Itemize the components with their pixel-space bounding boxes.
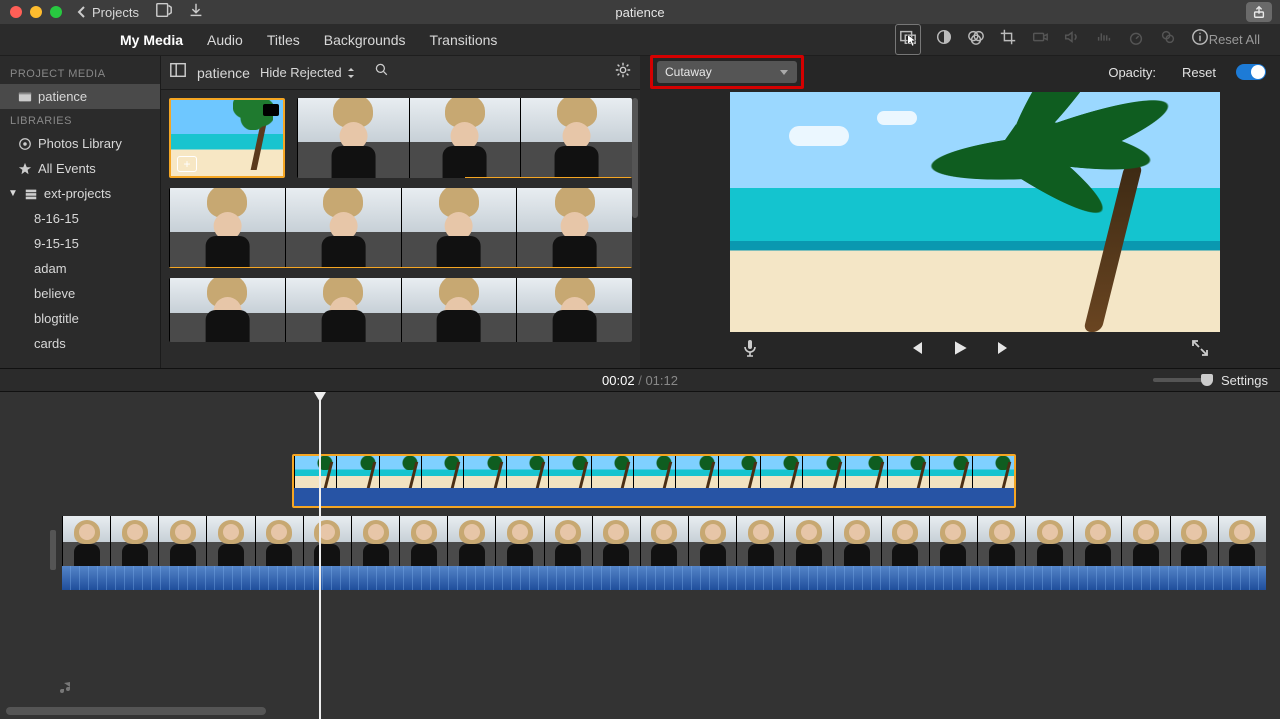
color-balance-icon[interactable] (935, 28, 953, 51)
overlay-reset-button[interactable]: Reset (1182, 65, 1216, 80)
library-view-icon[interactable] (155, 1, 173, 24)
noise-eq-icon[interactable] (1095, 28, 1113, 51)
crop-icon[interactable] (999, 28, 1017, 51)
inspector-toolbar (895, 24, 1209, 55)
project-media-header: PROJECT MEDIA (0, 62, 160, 84)
mouse-cursor-icon (906, 33, 920, 52)
timeline[interactable] (0, 392, 1280, 719)
stabilization-icon[interactable] (1031, 28, 1049, 51)
fullscreen-icon[interactable] (1190, 338, 1210, 363)
music-track-well[interactable] (50, 677, 1266, 699)
timeline-header: 00:02 / 01:12 Settings (0, 368, 1280, 392)
project-name-label: patience (38, 89, 87, 104)
prev-button[interactable] (906, 338, 926, 363)
timeline-horizontal-scrollbar[interactable] (6, 707, 266, 715)
info-icon[interactable] (1191, 28, 1209, 51)
all-events-item[interactable]: All Events (0, 156, 160, 181)
voiceover-mic-icon[interactable] (740, 338, 760, 363)
viewer-panel: Cutaway Opacity: Reset (640, 56, 1280, 368)
event-adam[interactable]: adam (0, 256, 160, 281)
fullscreen-window-button[interactable] (50, 6, 62, 18)
browser-scrollbar[interactable] (632, 98, 638, 218)
cutaway-highlight-box: Cutaway (650, 55, 804, 89)
event-9-15-15[interactable]: 9-15-15 (0, 231, 160, 256)
overlay-toggle[interactable] (1236, 64, 1266, 80)
browser-layout-icon[interactable] (169, 61, 187, 84)
event-8-16-15[interactable]: 8-16-15 (0, 206, 160, 231)
next-button[interactable] (994, 338, 1014, 363)
tab-backgrounds[interactable]: Backgrounds (324, 32, 406, 48)
sidebar-item-label: ext-projects (44, 186, 111, 201)
sidebar-item-label: Photos Library (38, 136, 122, 151)
speed-icon[interactable] (1127, 28, 1145, 51)
minimize-window-button[interactable] (30, 6, 42, 18)
browser-title: patience (197, 65, 250, 81)
overlay-mode-dropdown[interactable]: Cutaway (657, 61, 797, 83)
transport-controls (640, 332, 1280, 368)
timeline-main-clip[interactable] (62, 516, 1266, 590)
clip-used-indicator (169, 267, 632, 268)
video-overlay-icon[interactable] (895, 24, 921, 55)
back-label: Projects (92, 5, 139, 20)
search-icon[interactable] (374, 62, 390, 83)
window-controls (10, 6, 62, 18)
tab-my-media[interactable]: My Media (120, 32, 183, 48)
time-counter: 00:02 / 01:12 (602, 373, 678, 388)
tab-titles[interactable]: Titles (267, 32, 300, 48)
audio-waveform[interactable] (62, 566, 1266, 590)
clip-used-indicator (465, 177, 633, 178)
reset-all-button[interactable]: Reset All (1209, 32, 1260, 47)
overlay-mode-label: Cutaway (665, 65, 712, 79)
browser-settings-icon[interactable] (614, 61, 632, 84)
browser-toolbar: patience Hide Rejected (161, 56, 640, 90)
play-button[interactable] (950, 338, 970, 363)
sidebar-item-label: All Events (38, 161, 96, 176)
tab-audio[interactable]: Audio (207, 32, 243, 48)
window-title: patience (615, 5, 664, 20)
overlay-controls-row: Cutaway Opacity: Reset (640, 56, 1280, 88)
library-sidebar: PROJECT MEDIA patience LIBRARIES Photos … (0, 56, 160, 368)
clip-filter-icon[interactable] (1159, 28, 1177, 51)
tab-transitions[interactable]: Transitions (429, 32, 497, 48)
opacity-label: Opacity: (1108, 65, 1156, 80)
volume-icon[interactable] (1063, 28, 1081, 51)
browser-video-clip[interactable] (169, 278, 632, 342)
add-to-timeline-icon[interactable]: + (177, 156, 197, 172)
timeline-overlay-clip[interactable] (292, 454, 1016, 508)
media-tabs-row: My Media Audio Titles Backgrounds Transi… (0, 24, 1280, 56)
event-blogtitle[interactable]: blogtitle (0, 306, 160, 331)
titlebar: Projects patience (0, 0, 1280, 24)
media-tabs: My Media Audio Titles Backgrounds Transi… (120, 32, 497, 48)
event-believe[interactable]: believe (0, 281, 160, 306)
libraries-header: LIBRARIES (0, 109, 160, 131)
clip-connection-handle[interactable] (50, 530, 56, 570)
browser-video-clip[interactable] (169, 188, 632, 268)
photos-library-item[interactable]: Photos Library (0, 131, 160, 156)
hide-rejected-dropdown[interactable]: Hide Rejected (260, 65, 356, 80)
share-button[interactable] (1246, 2, 1272, 22)
camera-badge-icon (263, 104, 279, 116)
zoom-slider[interactable] (1153, 378, 1213, 382)
project-media-item[interactable]: patience (0, 84, 160, 109)
browser-photo-clip[interactable]: + (169, 98, 285, 178)
playhead[interactable] (319, 398, 321, 719)
event-cards[interactable]: cards (0, 331, 160, 356)
close-window-button[interactable] (10, 6, 22, 18)
media-browser: patience Hide Rejected + (160, 56, 640, 368)
timeline-settings-button[interactable]: Settings (1221, 373, 1268, 388)
browser-video-clip[interactable] (297, 98, 632, 178)
preview-screen[interactable] (730, 92, 1220, 332)
back-to-projects-button[interactable]: Projects (76, 5, 139, 20)
color-correction-icon[interactable] (967, 28, 985, 51)
ext-projects-library[interactable]: ▼ ext-projects (0, 181, 160, 206)
import-icon[interactable] (187, 1, 205, 24)
